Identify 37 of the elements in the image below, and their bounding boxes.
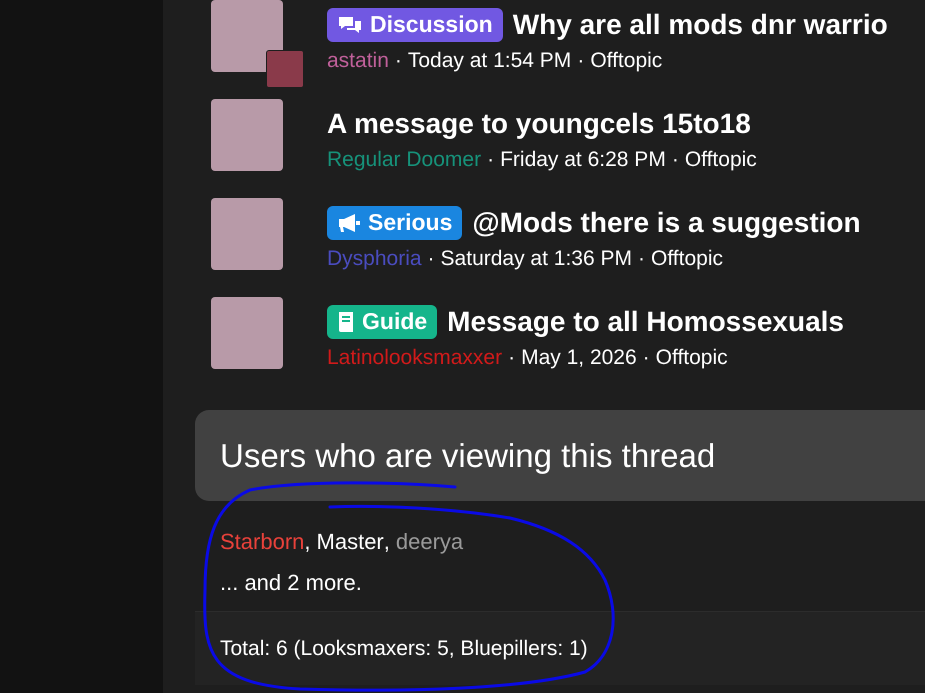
thread-title-link[interactable]: A message to youngcels 15to18 — [327, 102, 751, 144]
speech-bubbles-icon — [337, 14, 363, 34]
thread-prefix-label[interactable]: Serious — [327, 206, 462, 240]
post-date: Saturday at 1:36 PM — [440, 246, 632, 272]
username-link[interactable]: deerya — [396, 525, 464, 558]
book-icon — [337, 310, 355, 332]
forum-link[interactable]: Offtopic — [651, 243, 723, 274]
forum-link[interactable]: Offtopic — [656, 342, 728, 374]
separator-dot: · — [508, 345, 516, 371]
separator-dot: · — [672, 147, 679, 173]
forum-link[interactable]: Offtopic — [684, 144, 757, 176]
forum-link[interactable]: Offtopic — [590, 45, 662, 76]
thread-title-link[interactable]: Why are all mods dnr warrio — [512, 4, 888, 46]
avatar-photo-placeholder[interactable] — [211, 0, 283, 72]
separator-dot: · — [428, 246, 435, 272]
section-header: Users who are viewing this thread — [195, 410, 925, 501]
author-link[interactable]: Regular Doomer — [327, 144, 482, 176]
separator-dot: · — [487, 147, 494, 173]
thread-title-link[interactable]: @Mods there is a suggestion — [472, 202, 861, 244]
thread-prefix-label[interactable]: Discussion — [327, 8, 503, 42]
post-date: Today at 1:54 PM — [408, 48, 572, 74]
more-users-text: ... and 2 more. — [220, 569, 363, 597]
username-link[interactable]: Master — [316, 525, 384, 558]
separator-dot: · — [577, 48, 584, 74]
post-date: Friday at 6:28 PM — [500, 147, 666, 173]
comma: , — [384, 528, 390, 556]
separator-dot: · — [394, 48, 402, 74]
username-link[interactable]: Starborn — [220, 525, 304, 558]
post-date: May 1, 2026 — [521, 345, 637, 371]
megaphone-icon — [337, 212, 361, 232]
thread-title-link[interactable]: Message to all Homossexuals — [447, 300, 844, 342]
comma: , — [304, 528, 311, 556]
separator-dot: · — [642, 345, 650, 371]
author-link[interactable]: astatin — [327, 45, 389, 76]
separator-dot: · — [638, 246, 645, 272]
small-avatar-photo-placeholder[interactable] — [266, 50, 304, 88]
total-viewers-text: Total: 6 (Looksmaxers: 5, Bluepillers: 1) — [220, 636, 588, 662]
